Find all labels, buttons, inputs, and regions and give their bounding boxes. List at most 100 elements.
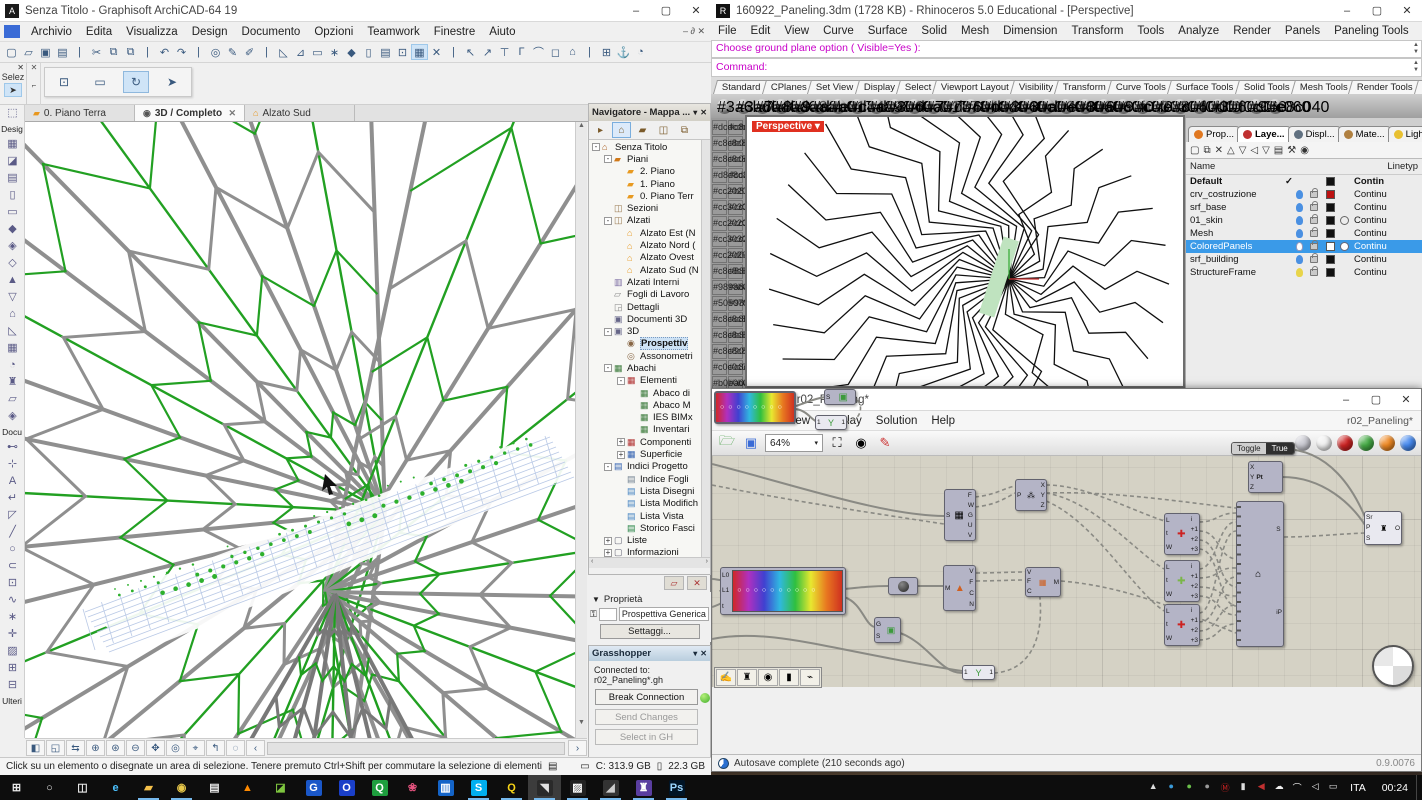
layer-lock-icon[interactable] — [1310, 188, 1318, 198]
tree-item[interactable]: + ▢ Informazioni — [589, 547, 710, 557]
clock[interactable]: 00:24 — [1374, 782, 1416, 794]
sphere-preview-node[interactable] — [888, 577, 918, 595]
tool-icon[interactable]: #cc3030 — [712, 232, 747, 247]
toolbar-icon[interactable]: ▦ — [411, 44, 428, 60]
tool-icon[interactable]: #c8c8c8 — [712, 136, 747, 151]
design-tool-icon[interactable]: ◔ — [0, 357, 24, 374]
toolbar-icon[interactable]: ✂ — [88, 44, 105, 60]
taskbar-icon[interactable]: ◉ — [165, 775, 198, 800]
canvas-widget-icon[interactable]: ◉ — [758, 669, 778, 686]
tray-icon[interactable]: ▲ — [1144, 781, 1162, 794]
panel-tab[interactable]: Mate... — [1337, 126, 1391, 142]
layer-lock-icon[interactable] — [1310, 253, 1318, 263]
tree-item[interactable]: ▦ Inventari — [589, 424, 710, 436]
archicad-titlebar[interactable]: A Senza Titolo - Graphisoft ArchiCAD-64 … — [0, 0, 711, 22]
zoom-tool-icon[interactable]: ✥ — [146, 740, 165, 756]
toolbar-tab[interactable]: Render Tools — [1348, 80, 1422, 94]
toolbar-icon[interactable]: ◺ — [275, 44, 292, 60]
tree-item[interactable]: + ▢ Liste — [589, 535, 710, 547]
tool-icon[interactable]: #c0c0c0 — [712, 360, 747, 375]
menu-item[interactable]: Edit — [744, 23, 778, 39]
layer-color-swatch[interactable] — [1326, 190, 1335, 199]
series-node-1[interactable]: LtW ✚ i +1 +2 +3 — [1164, 513, 1200, 555]
tree-expand-icon[interactable] — [630, 426, 638, 434]
menu-item[interactable]: Documento — [235, 24, 308, 40]
render-tool-icon[interactable]: #3060c0 — [1211, 99, 1272, 116]
document-tool-icon[interactable]: ○ — [0, 541, 24, 558]
taskbar-icon[interactable]: ▲ — [231, 775, 264, 800]
tree-expand-icon[interactable]: + — [604, 548, 612, 557]
tool-icon[interactable]: #cc2020 — [712, 216, 747, 231]
mdi-window-controls[interactable]: – ∂ ✕ — [683, 26, 711, 37]
layer-visibility-bulb-icon[interactable] — [1296, 229, 1303, 238]
render-tool-icon[interactable]: #3a6bd6 — [736, 99, 798, 116]
taskbar-icon[interactable]: O — [330, 775, 363, 800]
render-tool-icon[interactable]: #e8d44a — [831, 99, 893, 116]
toolbar-icon[interactable]: ▤ — [54, 44, 71, 60]
layer-material-icon[interactable] — [1340, 216, 1349, 225]
tree-item[interactable]: ▰ 0. Piano Terr — [589, 190, 710, 202]
mini-strip[interactable]: ✕ ⌐ — [28, 63, 41, 105]
tray-icon[interactable]: ● — [1198, 781, 1216, 794]
taskbar-icon[interactable]: e — [99, 775, 132, 800]
property-box[interactable] — [598, 607, 617, 621]
tool-icon[interactable]: #c8c8c8 — [712, 152, 747, 167]
tree-expand-icon[interactable] — [617, 192, 625, 200]
layer-current-check[interactable]: ✓ — [1282, 176, 1296, 187]
close-icon[interactable]: ✕ — [697, 649, 707, 658]
zoom-tool-icon[interactable]: ◌ — [226, 740, 245, 756]
arrow-tool[interactable]: ➤ — [4, 83, 22, 97]
menu-item[interactable]: Analyze — [1171, 23, 1226, 39]
render-tool-icon[interactable]: #d04040 — [983, 99, 1045, 116]
toolbar-icon[interactable]: | — [139, 44, 156, 60]
tree-hscrollbar[interactable]: ‹ › — [589, 557, 710, 568]
layer-tool-icon[interactable]: ▽ — [1239, 145, 1247, 156]
toolbar-tab[interactable]: Transform — [1054, 80, 1116, 94]
layer-row[interactable]: Mesh Continu — [1186, 227, 1422, 240]
tray-icon[interactable]: ● — [1180, 781, 1198, 794]
render-tool-icon[interactable]: #e88060 — [1059, 99, 1121, 116]
close-icon[interactable]: ✕ — [0, 63, 26, 72]
toolbar-icon[interactable]: | — [190, 44, 207, 60]
rhino-titlebar[interactable]: R 160922_Paneling.3dm (1728 KB) - Rhinoc… — [711, 0, 1422, 22]
tool-icon[interactable]: #d8d8d8 — [712, 168, 748, 183]
tool-icon[interactable]: #c0c0c0 — [728, 152, 763, 167]
toolbar-icon[interactable]: ✕ — [428, 44, 445, 60]
document-tool-icon[interactable]: ↵ — [0, 490, 24, 507]
zoom-tool-icon[interactable]: ⇆ — [66, 740, 85, 756]
toolbar-icon[interactable]: ✐ — [241, 44, 258, 60]
menu-item[interactable]: Mesh — [954, 23, 996, 39]
tree-item[interactable]: - ▤ Indici Progetto — [589, 461, 710, 473]
tool-icon[interactable]: #909090 — [728, 344, 764, 359]
tree-item[interactable]: ◉ Prospettiv — [589, 337, 710, 351]
zoom-tool-icon[interactable]: ◧ — [26, 740, 45, 756]
tree-expand-icon[interactable]: - — [617, 376, 625, 385]
layer-tool-icon[interactable]: ✕ — [1215, 145, 1223, 156]
design-tool-icon[interactable]: ◪ — [0, 153, 24, 170]
render-tool-icon[interactable]: #d04040 — [945, 99, 1007, 116]
menu-item[interactable]: View — [777, 23, 816, 39]
design-tool-icon[interactable]: ▦ — [0, 340, 24, 357]
render-tool-icon[interactable]: #d04040 — [869, 99, 931, 116]
tree-expand-icon[interactable] — [617, 266, 625, 274]
toolbar-icon[interactable]: | — [258, 44, 275, 60]
navigator-mode-icon[interactable]: ▸ — [591, 122, 610, 138]
rhino-command-input[interactable]: Command: ▲ ▼ — [711, 58, 1422, 77]
document-tool-icon[interactable]: ╱ — [0, 524, 24, 541]
tree-item[interactable]: ▱ Fogli di Lavoro — [589, 289, 710, 301]
viewport-vscrollbar[interactable]: ▲ ▼ — [575, 122, 587, 738]
tree-item[interactable]: - ◫ Alzati — [589, 215, 710, 227]
tool-icon[interactable]: #cc2020 — [712, 184, 747, 199]
toolbar-icon[interactable]: ⊿ — [292, 44, 309, 60]
tool-icon[interactable]: #b8b8c0 — [728, 328, 764, 343]
tree-expand-icon[interactable] — [617, 500, 625, 508]
viewport-hscrollbar[interactable] — [267, 741, 565, 755]
tree-item[interactable]: ⌂ Alzato Ovest — [589, 252, 710, 264]
tool-icon[interactable]: #d0d0d0 — [728, 248, 764, 263]
taskbar-icon[interactable]: ❀ — [396, 775, 429, 800]
toolbar-icon[interactable]: ◻ — [547, 44, 564, 60]
render-tool-icon[interactable]: #d4a017 — [812, 99, 874, 116]
tree-item[interactable]: ▣ Documenti 3D — [589, 313, 710, 325]
taskbar-icon[interactable]: ♜ — [627, 775, 660, 800]
panel-tab[interactable]: Prop... — [1188, 126, 1240, 142]
